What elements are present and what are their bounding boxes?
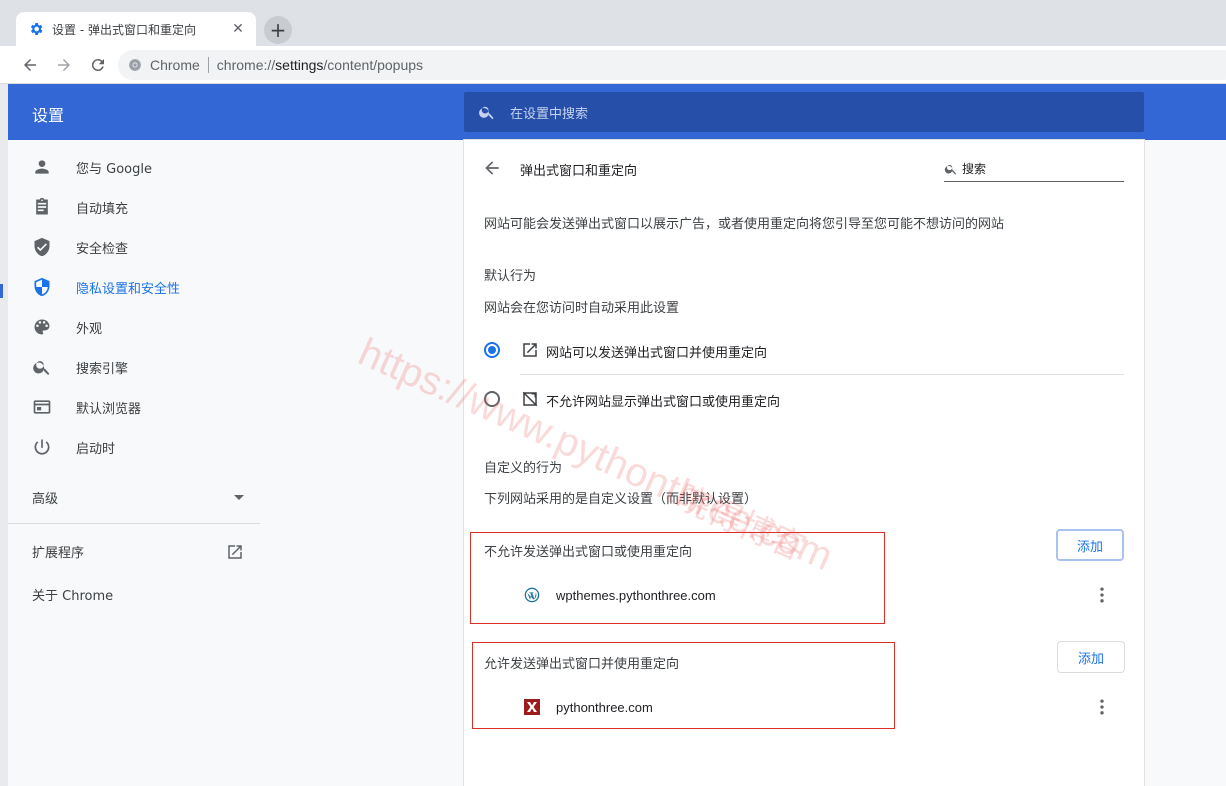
clipboard-icon	[36, 197, 48, 215]
option-allow-label[interactable]: 网站可以发送弹出式窗口并使用重定向	[546, 342, 767, 361]
sidebar-item-search-engine[interactable]: 搜索引擎	[8, 347, 260, 387]
popup-blocked-icon	[522, 391, 538, 407]
sidebar-advanced-toggle[interactable]: 高级	[32, 488, 244, 507]
open-in-new-icon	[228, 544, 242, 559]
forward-button[interactable]	[48, 49, 80, 81]
settings-title: 设置	[32, 106, 65, 125]
radio-allow[interactable]	[484, 342, 500, 358]
sidebar-divider	[8, 523, 260, 524]
omnibox-url: chrome://settings/content/popups	[216, 57, 424, 73]
more-vert-icon[interactable]	[1092, 585, 1112, 605]
back-button[interactable]	[14, 49, 46, 81]
default-behavior-heading: 默认行为	[484, 269, 537, 284]
radio-block[interactable]	[484, 391, 500, 407]
address-bar[interactable]: Chrome chrome://settings/content/popups	[118, 50, 1226, 80]
default-behavior-subtitle: 网站会在您访问时自动采用此设置	[484, 301, 680, 316]
add-block-site-button[interactable]: 添加	[1056, 529, 1124, 561]
tab-settings[interactable]: 设置 - 弹出式窗口和重定向 ✕	[16, 12, 256, 46]
highlight-box-block	[470, 532, 885, 624]
back-arrow-icon[interactable]	[482, 158, 502, 178]
option-block-label[interactable]: 不允许网站显示弹出式窗口或使用重定向	[546, 391, 780, 410]
settings-search-input[interactable]: 在设置中搜索	[464, 92, 1144, 132]
reload-button[interactable]	[82, 49, 114, 81]
new-tab-button[interactable]: +	[264, 16, 292, 44]
subpage-search-input[interactable]: 搜索	[944, 156, 1124, 182]
add-allow-site-button[interactable]: 添加	[1057, 641, 1125, 673]
chevron-down-icon	[234, 495, 244, 500]
omnibox-divider	[207, 57, 209, 73]
browser-icon	[33, 400, 51, 414]
sidebar-item-privacy[interactable]: 隐私设置和安全性	[8, 267, 260, 307]
subpage-header: 弹出式窗口和重定向 搜索	[464, 154, 1144, 182]
sidebar-item-about-chrome[interactable]: 关于 Chrome	[32, 585, 113, 604]
sidebar-item-on-startup[interactable]: 启动时	[8, 427, 260, 467]
highlight-box-allow	[472, 642, 895, 729]
forward-arrow-icon	[58, 58, 70, 71]
tab-close-icon[interactable]: ✕	[230, 21, 246, 37]
gear-icon	[30, 23, 43, 35]
sidebar-item-you-and-google[interactable]: 您与 Google	[8, 147, 260, 187]
search-icon	[479, 106, 494, 120]
description: 网站可能会发送弹出式窗口以展示广告，或者使用重定向将您引导至您可能不想访问的网站	[484, 217, 1005, 232]
omnibox-chrome-label: Chrome	[150, 57, 200, 73]
chrome-logo-icon	[129, 59, 141, 71]
left-edge	[0, 84, 8, 786]
power-icon	[34, 439, 50, 455]
option-divider	[520, 374, 1124, 375]
open-in-new-icon	[523, 343, 537, 357]
subpage-title: 弹出式窗口和重定向	[520, 164, 638, 179]
shield-check-icon	[34, 237, 50, 257]
search-icon	[33, 361, 50, 375]
browser-toolbar: Chrome chrome://settings/content/popups	[0, 46, 1226, 84]
custom-behavior-heading: 自定义的行为	[484, 461, 563, 476]
sidebar-item-appearance[interactable]: 外观	[8, 307, 260, 347]
person-icon	[35, 160, 49, 174]
subpage-search-value: 搜索	[962, 162, 987, 176]
back-arrow-icon	[24, 58, 36, 71]
sidebar-item-extensions[interactable]: 扩展程序	[32, 542, 244, 561]
tab-title: 设置 - 弹出式窗口和重定向	[52, 22, 196, 37]
sidebar-item-default-browser[interactable]: 默认浏览器	[8, 387, 260, 427]
settings-search-placeholder: 在设置中搜索	[510, 106, 589, 122]
reload-icon	[91, 58, 104, 71]
sidebar-item-safety-check[interactable]: 安全检查	[8, 227, 260, 267]
palette-icon	[34, 319, 50, 335]
custom-behavior-subtitle: 下列网站采用的是自定义设置（而非默认设置）	[484, 492, 758, 507]
tab-strip: 设置 - 弹出式窗口和重定向 ✕ +	[0, 0, 1226, 46]
settings-sidebar: 您与 Google 自动填充 安全检查 隐私设置和安全性 外观 搜索引擎 默认浏…	[8, 140, 260, 786]
shield-icon	[34, 277, 50, 297]
settings-header: 设置 在设置中搜索	[8, 84, 1226, 140]
sidebar-item-autofill[interactable]: 自动填充	[8, 187, 260, 227]
more-vert-icon[interactable]	[1092, 697, 1112, 717]
search-icon	[944, 164, 957, 175]
